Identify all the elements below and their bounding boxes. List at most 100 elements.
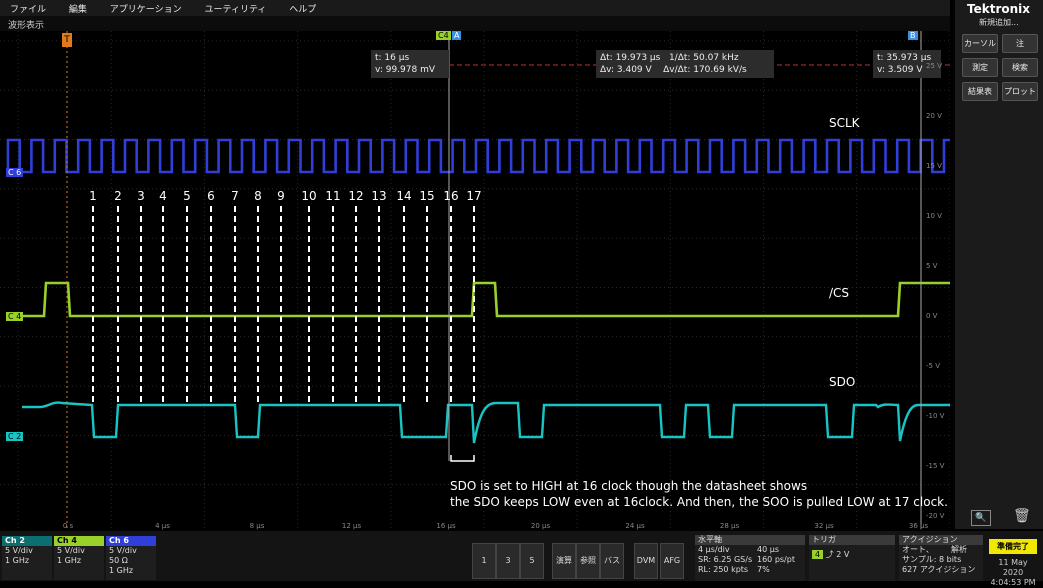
afg-button[interactable]: AFG: [660, 543, 684, 579]
delta-readout: Δt: 19.973 µs 1/Δt: 50.07 kHz Δv: 3.409 …: [596, 50, 774, 78]
y-axis-label: -10 V: [926, 412, 945, 420]
search-button[interactable]: 検索: [1002, 58, 1038, 77]
reference-button[interactable]: 参照: [576, 543, 600, 579]
delta-v-over-t: Δv/Δt: 170.69 kV/s: [663, 65, 747, 75]
trigger-position-marker[interactable]: T: [62, 33, 72, 47]
channel-tag-c4[interactable]: C 4: [6, 312, 24, 321]
rising-edge-icon: ⤴: [825, 550, 834, 559]
trigger-title: トリガ: [809, 535, 895, 545]
right-control-panel: Tektronix 新規追加... カーソル 注 測定 検索 結果表 プロット …: [955, 0, 1043, 529]
channel-2-box[interactable]: Ch 2 5 V/div 1 GHz: [2, 536, 52, 580]
y-axis-label: -20 V: [926, 512, 945, 520]
x-axis-label: 16 µs: [436, 522, 456, 530]
channel-6-box[interactable]: Ch 6 5 V/div 50 Ω 1 GHz: [106, 536, 156, 580]
note-button[interactable]: 注: [1002, 34, 1038, 53]
clock-number: 2: [114, 189, 122, 203]
y-axis-label: 10 V: [926, 212, 942, 220]
clock-number: 10: [301, 189, 317, 203]
clock-number: 1: [89, 189, 97, 203]
channel-tag-c2[interactable]: C 2: [6, 432, 24, 441]
channel-tag-c6[interactable]: C 6: [6, 168, 24, 177]
waveform-titlebar: 波形表示: [0, 16, 950, 46]
sclk-label: SCLK: [829, 116, 860, 130]
clock-number: 11: [325, 189, 341, 203]
annotation-text: SDO is set to HIGH at 16 clock though th…: [450, 478, 948, 510]
delta-voltage: Δv: 3.409 V: [600, 65, 652, 75]
x-axis-label: 12 µs: [341, 522, 362, 530]
menu-help[interactable]: ヘルプ: [279, 0, 326, 15]
clock-number: 7: [231, 189, 239, 203]
channel-3-button[interactable]: 3: [496, 543, 520, 579]
dvm-button[interactable]: DVM: [634, 543, 658, 579]
cursor-a-time: t: 16 µs: [375, 53, 410, 63]
clock-bracket: [450, 455, 475, 462]
cursor-a-voltage: v: 99.978 mV: [375, 65, 436, 75]
trigger-source: 4: [812, 550, 824, 559]
y-axis-label: -5 V: [926, 362, 940, 370]
channel-2-header: Ch 2: [2, 536, 52, 546]
measure-button[interactable]: 測定: [962, 58, 998, 77]
x-axis-label: 36 µs: [908, 522, 929, 530]
annotation-line-2: the SDO keeps LOW even at 16clock. And t…: [450, 495, 948, 509]
inverse-delta-time: 1/Δt: 50.07 kHz: [668, 53, 739, 63]
clock-number: 5: [183, 189, 191, 203]
channel-1-button[interactable]: 1: [472, 543, 496, 579]
x-axis-label: 24 µs: [625, 522, 645, 530]
clock-number: 13: [371, 189, 387, 203]
acquisition-panel[interactable]: アクイジション オート、 解析 サンプル: 8 bits 627 アクイジション: [899, 535, 983, 581]
y-axis-label: 15 V: [926, 162, 942, 170]
channel-6-header: Ch 6: [106, 536, 156, 546]
trigger-level: 2 V: [836, 550, 850, 559]
bus-button[interactable]: バス: [600, 543, 624, 579]
clock-number: 16: [443, 189, 459, 203]
clock-number: 4: [159, 189, 167, 203]
results-table-button[interactable]: 結果表: [962, 82, 998, 101]
y-axis-label: 20 V: [926, 112, 942, 120]
waveform-display[interactable]: [0, 31, 950, 529]
cursor-button[interactable]: カーソル: [962, 34, 998, 53]
cursor-b-tag[interactable]: B: [908, 31, 918, 40]
channel-5-button[interactable]: 5: [520, 543, 544, 579]
y-axis-label: -15 V: [926, 462, 945, 470]
clock-number: 12: [348, 189, 364, 203]
waveform-svg: [0, 31, 950, 529]
horizontal-panel[interactable]: 水平軸 4 µs/div 40 µs SR: 6.25 GS/s 160 ps/pt…: [695, 535, 805, 581]
time-label: 4:04:53 PM: [990, 578, 1036, 587]
sdo-label: SDO: [829, 375, 856, 389]
sdo-trace: [22, 401, 950, 444]
math-button[interactable]: 演算: [552, 543, 576, 579]
tektronix-logo: Tektronix: [967, 2, 1031, 16]
date-label: 11 May 2020: [998, 558, 1028, 577]
delta-time: Δt: 19.973 µs: [600, 53, 661, 63]
x-axis-label: 28 µs: [719, 522, 740, 530]
y-axis-label: 0 V: [926, 312, 938, 320]
x-axis-label: 8 µs: [249, 522, 265, 530]
trash-icon[interactable]: 🗑: [1013, 508, 1031, 524]
acquisition-title: アクイジション: [899, 535, 983, 545]
status-ready-badge: 準備完了: [989, 539, 1037, 554]
y-axis-label: 25 V: [926, 62, 942, 70]
clock-number: 14: [396, 189, 412, 203]
zoom-icon[interactable]: 🔍: [971, 510, 991, 526]
new-add-label[interactable]: 新規追加...: [979, 17, 1019, 28]
cursor-a-tag[interactable]: A: [452, 31, 462, 40]
menu-edit[interactable]: 編集: [59, 0, 97, 15]
x-axis-label: 32 µs: [814, 522, 834, 530]
clock-number: 15: [419, 189, 435, 203]
menu-file[interactable]: ファイル: [0, 0, 56, 15]
timestamp: 11 May 2020 4:04:53 PM: [987, 558, 1039, 588]
trigger-panel[interactable]: トリガ 4 ⤴ 2 V: [809, 535, 895, 581]
horizontal-title: 水平軸: [695, 535, 805, 545]
menu-application[interactable]: アプリケーション: [100, 0, 192, 15]
sclk-trace: [6, 138, 950, 174]
waveform-title: 波形表示: [8, 21, 45, 31]
annotation-line-1: SDO is set to HIGH at 16 clock though th…: [450, 479, 808, 493]
plot-button[interactable]: プロット: [1002, 82, 1038, 101]
clock-number: 6: [207, 189, 215, 203]
y-axis-label: 5 V: [926, 262, 938, 270]
channel-4-box[interactable]: Ch 4 5 V/div 1 GHz: [54, 536, 104, 580]
cursor-c4-tag[interactable]: C4: [436, 31, 451, 40]
menu-utility[interactable]: ユーティリティ: [194, 0, 276, 15]
clock-number: 3: [137, 189, 145, 203]
x-axis-label: 0 s: [62, 522, 74, 530]
